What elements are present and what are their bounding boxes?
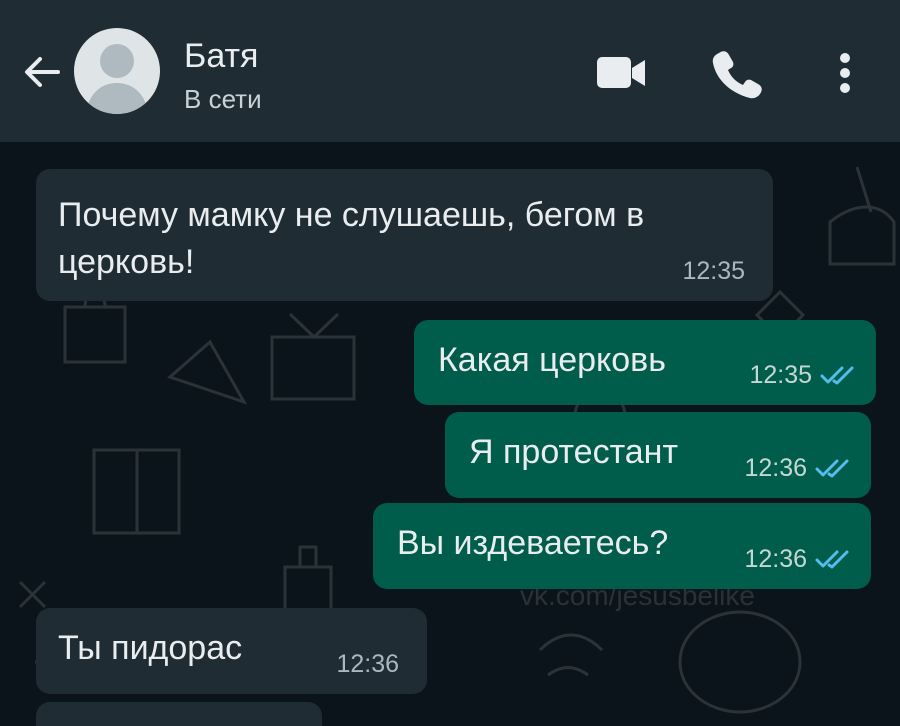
- online-status: В сети: [184, 84, 262, 114]
- phone-icon[interactable]: [705, 45, 765, 101]
- contact-name[interactable]: Батя: [184, 36, 258, 76]
- message-time: 12:36: [744, 454, 807, 482]
- avatar[interactable]: [74, 28, 160, 114]
- message-time: 12:36: [336, 650, 399, 678]
- message-bubble-outgoing[interactable]: Я протестант 12:36: [445, 412, 871, 498]
- more-vertical-icon[interactable]: [820, 45, 870, 101]
- message-text-line-1: Почему мамку не слушаешь, бегом в: [58, 196, 645, 234]
- video-camera-icon[interactable]: [590, 45, 650, 101]
- read-receipt-icon: [815, 550, 849, 569]
- message-bubble-partial[interactable]: [36, 702, 322, 726]
- message-bubble-incoming[interactable]: Почему мамку не слушаешь, бегом в церков…: [36, 169, 773, 301]
- message-bubble-incoming[interactable]: Ты пидорас 12:36: [36, 608, 427, 694]
- message-text-line-2: церковь!: [58, 243, 195, 281]
- read-receipt-icon: [820, 366, 854, 385]
- message-bubble-outgoing[interactable]: Какая церковь 12:35: [414, 320, 876, 405]
- message-bubble-outgoing[interactable]: Вы издеваетесь? 12:36: [373, 503, 871, 589]
- chat-header: Батя В сети: [0, 0, 900, 142]
- read-receipt-icon: [815, 459, 849, 478]
- message-time: 12:35: [749, 361, 812, 389]
- message-text: Я протестант: [469, 433, 679, 471]
- back-arrow-icon[interactable]: [20, 50, 64, 94]
- message-list[interactable]: vk.com/jesusbelike Почему мамку не слуша…: [0, 142, 900, 726]
- message-time: 12:35: [682, 257, 745, 285]
- message-time: 12:36: [744, 545, 807, 573]
